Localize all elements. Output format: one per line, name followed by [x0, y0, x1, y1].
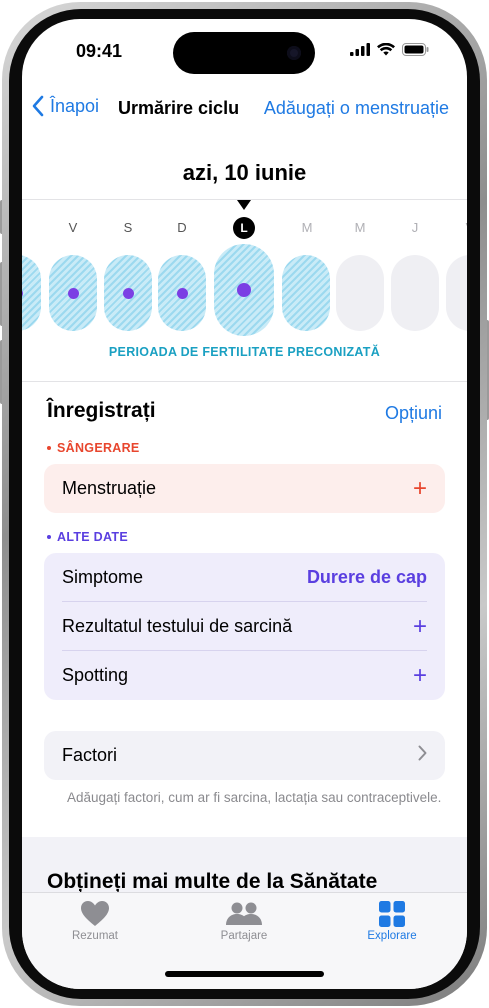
logged-dot	[22, 287, 23, 299]
logged-dot	[176, 287, 188, 299]
factors-label: Factori	[62, 745, 118, 765]
day-letter: V	[68, 220, 78, 235]
symptoms-row[interactable]: Simptome Durere de cap	[44, 553, 445, 602]
day-letter: J	[22, 220, 32, 235]
day-cell[interactable]	[158, 255, 206, 331]
bleeding-card: Menstruație +	[44, 464, 445, 513]
add-pregnancy-test-icon[interactable]: +	[413, 614, 427, 639]
dynamic-island	[173, 32, 315, 74]
camera-icon	[287, 46, 301, 60]
log-section-title: Înregistrați	[47, 399, 156, 422]
logged-dot	[67, 287, 79, 299]
day-cell[interactable]	[22, 255, 41, 331]
status-icons	[350, 43, 429, 56]
day-cell[interactable]	[446, 255, 467, 331]
date-title: azi, 10 iunie	[182, 160, 307, 185]
day-cell[interactable]	[391, 255, 439, 331]
other-data-label-text: ALTE DATE	[57, 530, 128, 544]
day-letter: S	[123, 220, 133, 235]
bullet-icon	[47, 535, 51, 539]
tab-summary-label: Rezumat	[71, 930, 119, 942]
heart-icon	[81, 901, 109, 926]
logged-dot	[237, 283, 251, 297]
tab-sharing[interactable]: Partajare	[189, 901, 299, 942]
symptoms-label: Simptome	[62, 567, 144, 587]
day-letter: M	[301, 220, 313, 235]
divider	[22, 381, 467, 382]
logged-dot	[122, 287, 134, 299]
screen: 09:41 Înapoi Urmărire ciclu Adăugați o m…	[22, 19, 467, 989]
day-letter: J	[411, 220, 419, 235]
factors-row[interactable]: Factori	[44, 731, 445, 780]
tab-sharing-label: Partajare	[220, 930, 268, 942]
status-time: 09:41	[76, 41, 123, 61]
pregnancy-test-label: Rezultatul testului de sarcină	[62, 616, 293, 636]
day-letter: M	[354, 220, 366, 235]
battery-icon	[402, 43, 429, 56]
day-letter: V	[455, 220, 467, 235]
spotting-label: Spotting	[62, 665, 129, 685]
day-cell[interactable]	[104, 255, 152, 331]
grid-icon	[379, 901, 405, 927]
bleeding-label-text: SÂNGERARE	[57, 441, 140, 455]
back-button-label: Înapoi	[50, 95, 100, 116]
symptoms-value: Durere de cap	[306, 567, 427, 587]
other-data-card: Simptome Durere de cap Rezultatul testul…	[44, 553, 445, 700]
home-indicator[interactable]	[165, 971, 324, 977]
bleeding-group-label: SÂNGERARE	[47, 441, 140, 455]
day-letter-today: L	[233, 217, 255, 239]
chevron-left-icon	[32, 95, 44, 117]
tab-summary[interactable]: Rezumat	[40, 901, 150, 942]
tab-explore[interactable]: Explorare	[337, 901, 447, 942]
day-cell[interactable]	[336, 255, 384, 331]
day-cell-today[interactable]	[214, 244, 274, 336]
factors-footnote: Adăugați factori, cum ar fi sarcina, lac…	[67, 790, 442, 805]
signal-icon	[350, 43, 370, 56]
back-button[interactable]: Înapoi	[32, 95, 99, 117]
tab-explore-label: Explorare	[367, 930, 417, 942]
phone-frame: 09:41 Înapoi Urmărire ciclu Adăugați o m…	[0, 0, 489, 1008]
today-pointer-icon	[237, 200, 251, 210]
day-cell[interactable]	[49, 255, 97, 331]
pregnancy-test-row[interactable]: Rezultatul testului de sarcină +	[44, 602, 445, 651]
other-data-group-label: ALTE DATE	[47, 530, 128, 544]
wifi-icon	[377, 43, 395, 56]
spotting-row[interactable]: Spotting +	[44, 651, 445, 700]
page-title: Urmărire ciclu	[118, 98, 240, 118]
fertility-window-label: PERIOADA DE FERTILITATE PRECONIZATĂ	[108, 345, 381, 359]
options-button[interactable]: Opțiuni	[385, 403, 442, 424]
menstruation-row[interactable]: Menstruație +	[44, 464, 445, 513]
chevron-right-icon	[418, 744, 427, 767]
add-menstruation-icon[interactable]: +	[413, 476, 427, 501]
navigation-bar: Înapoi Urmărire ciclu Adăugați o menstru…	[22, 95, 467, 127]
menstruation-label: Menstruație	[62, 478, 157, 498]
add-period-button[interactable]: Adăugați o menstruație	[264, 98, 449, 119]
promo-title: Obțineți mai multe de la Sănătate	[47, 870, 378, 893]
bullet-icon	[47, 446, 51, 450]
factors-card: Factori	[44, 731, 445, 780]
people-icon	[226, 902, 262, 925]
day-cell[interactable]	[282, 255, 330, 331]
day-letter: D	[177, 220, 187, 235]
add-spotting-icon[interactable]: +	[413, 663, 427, 688]
